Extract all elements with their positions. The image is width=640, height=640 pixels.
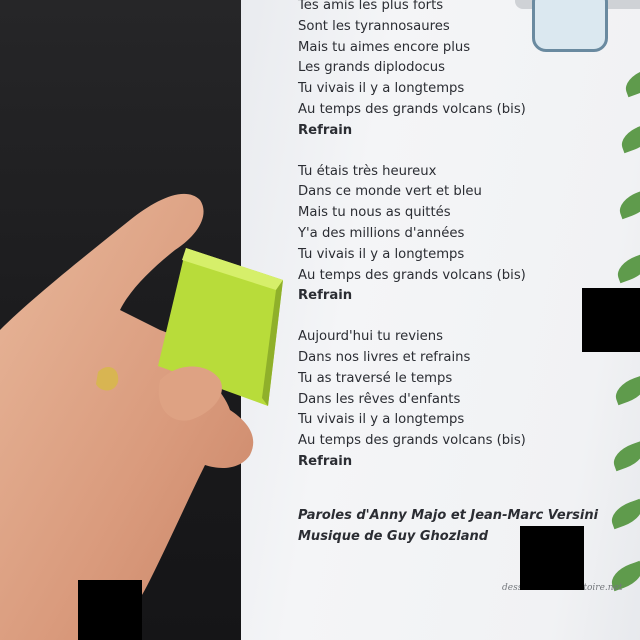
thumb: [158, 366, 222, 421]
redaction-box: [582, 288, 640, 352]
redaction-box: [520, 526, 584, 590]
redaction-box: [78, 580, 142, 640]
photo-scene: Tes amis les plus forts Sont les tyranno…: [0, 0, 640, 640]
